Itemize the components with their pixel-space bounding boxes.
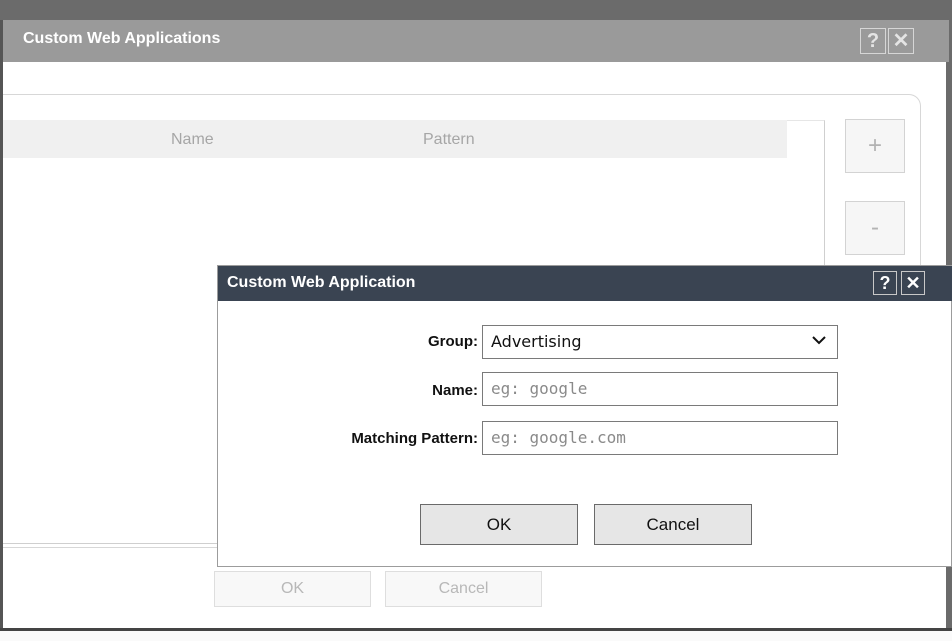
column-header-name[interactable]: Name — [171, 131, 214, 149]
matching-pattern-input[interactable]: eg: google.com — [482, 421, 838, 455]
matching-pattern-label: Matching Pattern: — [351, 430, 478, 447]
window-title: Custom Web Applications — [23, 30, 221, 47]
group-label: Group: — [428, 333, 478, 350]
name-input[interactable]: eg: google — [482, 372, 838, 406]
cancel-button[interactable]: Cancel — [594, 504, 752, 545]
group-select-value: Advertising — [491, 332, 582, 351]
add-button[interactable]: + — [845, 119, 905, 173]
chevron-down-icon — [812, 336, 826, 345]
help-icon[interactable]: ? — [873, 271, 897, 295]
group-select[interactable]: Advertising — [482, 325, 838, 359]
close-icon[interactable]: ✕ — [901, 271, 925, 295]
remove-button[interactable]: - — [845, 201, 905, 255]
window-titlebar: Custom Web Applications ? ✕ — [3, 20, 949, 62]
dialog-title: Custom Web Application — [227, 274, 416, 291]
parent-cancel-button[interactable]: Cancel — [385, 571, 542, 607]
close-icon[interactable]: ✕ — [888, 28, 914, 54]
custom-web-application-dialog: Custom Web Application ? ✕ Group: Advert… — [217, 265, 952, 567]
parent-ok-button[interactable]: OK — [214, 571, 371, 607]
ok-button[interactable]: OK — [420, 504, 578, 545]
bottom-strip — [0, 628, 952, 641]
name-label: Name: — [432, 382, 478, 399]
column-header-pattern[interactable]: Pattern — [423, 131, 475, 149]
dialog-titlebar: Custom Web Application ? ✕ — [218, 266, 952, 301]
help-icon[interactable]: ? — [860, 28, 886, 54]
table-header: Name Pattern — [3, 120, 787, 158]
